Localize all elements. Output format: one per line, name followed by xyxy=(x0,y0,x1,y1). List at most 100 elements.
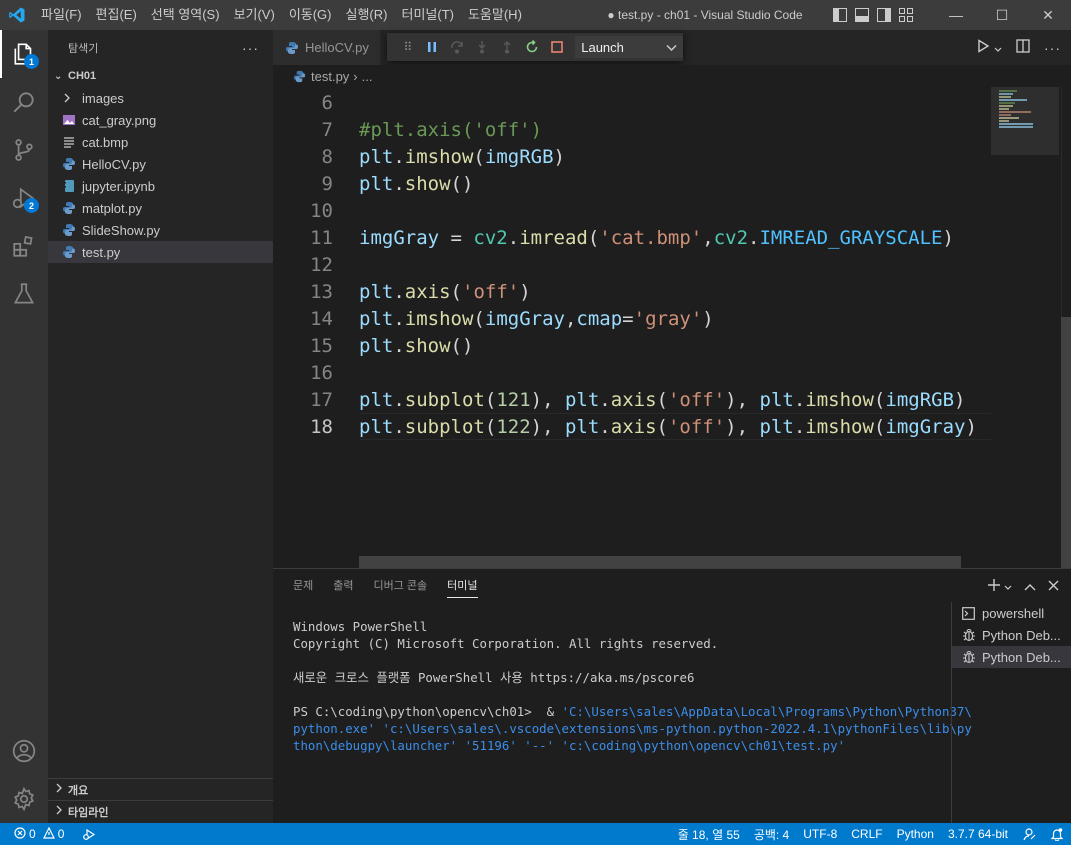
vertical-scrollbar[interactable] xyxy=(1061,87,1071,568)
more-actions-icon[interactable]: ··· xyxy=(1044,40,1061,56)
code-line: 9 plt.show() xyxy=(273,171,991,198)
debug-config-label: Launch xyxy=(581,39,624,55)
maximize-button[interactable]: ☐ xyxy=(979,0,1025,30)
terminal-dropdown-chevron-icon[interactable] xyxy=(1004,578,1012,595)
code-text: plt.axis('off') xyxy=(359,281,531,303)
account-icon[interactable] xyxy=(0,727,48,775)
tab-hellocv-py[interactable]: HelloCV.py xyxy=(273,30,381,65)
scrollbar-thumb[interactable] xyxy=(1061,317,1071,568)
tree-item-label: images xyxy=(82,90,124,106)
maximize-panel-icon[interactable] xyxy=(1024,578,1036,595)
settings-gear-icon[interactable] xyxy=(0,775,48,823)
debug-config-select[interactable]: Launch xyxy=(575,36,683,58)
menu-run[interactable]: 실행(R) xyxy=(339,0,395,30)
horizontal-scrollbar[interactable] xyxy=(359,556,961,568)
step-into-icon[interactable] xyxy=(470,33,495,61)
minimize-button[interactable]: — xyxy=(933,0,979,30)
menu-edit[interactable]: 편집(E) xyxy=(89,0,144,30)
problems-status[interactable]: 0 0 xyxy=(14,826,64,842)
menu-selection[interactable]: 선택 영역(S) xyxy=(144,0,227,30)
language-mode[interactable]: Python xyxy=(890,827,941,841)
tree-item-cat-bmp[interactable]: cat.bmp xyxy=(48,131,273,153)
breadcrumb-symbols[interactable]: ... xyxy=(362,69,373,84)
menu-view[interactable]: 보기(V) xyxy=(227,0,282,30)
python-file-icon xyxy=(62,222,80,238)
source-control-icon[interactable] xyxy=(0,126,48,174)
code-text: #plt.axis('off') xyxy=(359,119,543,141)
tab-debug-console[interactable]: 디버그 콘솔 xyxy=(364,569,438,604)
python-interpreter[interactable]: 3.7.7 64-bit xyxy=(941,827,1015,841)
folder-label: CH01 xyxy=(68,70,97,82)
explorer-sidebar: 탐색기 ··· ⌄ CH01 images cat_gray.png cat.b… xyxy=(48,30,273,823)
notifications-bell-icon[interactable] xyxy=(1043,827,1071,841)
feedback-icon[interactable] xyxy=(1015,827,1043,841)
tree-item-hellocv-py[interactable]: HelloCV.py xyxy=(48,153,273,175)
terminal-item-label: Python Deb... xyxy=(982,649,1061,665)
toggle-panel-icon[interactable] xyxy=(855,8,869,22)
terminal-item-python-debug[interactable]: Python Deb... xyxy=(952,624,1071,646)
drag-handle-icon[interactable]: ⠿ xyxy=(395,33,420,61)
close-button[interactable]: ✕ xyxy=(1025,0,1071,30)
cursor-position[interactable]: 줄 18, 열 55 xyxy=(671,826,747,843)
toggle-secondary-sidebar-icon[interactable] xyxy=(877,8,891,22)
terminal-output[interactable]: Windows PowerShell Copyright (C) Microsof… xyxy=(293,618,972,754)
end-of-line[interactable]: CRLF xyxy=(844,827,889,841)
menu-help[interactable]: 도움말(H) xyxy=(461,0,529,30)
indentation[interactable]: 공백: 4 xyxy=(747,826,796,843)
breadcrumb-file[interactable]: test.py xyxy=(311,69,349,84)
workspace-folder[interactable]: ⌄ CH01 xyxy=(48,65,273,87)
tree-item-test-py[interactable]: test.py xyxy=(48,241,273,263)
encoding[interactable]: UTF-8 xyxy=(796,827,844,841)
pause-icon[interactable] xyxy=(420,33,445,61)
search-icon[interactable] xyxy=(0,78,48,126)
tree-item-cat-gray-png[interactable]: cat_gray.png xyxy=(48,109,273,131)
run-options-chevron-icon[interactable] xyxy=(994,40,1002,56)
code-text: plt.imshow(imgGray,cmap='gray') xyxy=(359,308,714,330)
terminal-line: 새로운 크로스 플랫폼 PowerShell 사용 https://aka.ms… xyxy=(293,670,695,685)
extensions-icon[interactable] xyxy=(0,222,48,270)
code-editor[interactable]: 6 7 #plt.axis('off') 8 plt.imshow(imgRGB) … xyxy=(273,87,991,568)
stop-icon[interactable] xyxy=(544,33,569,61)
breadcrumb: test.py › ... xyxy=(273,65,1071,87)
menu-terminal[interactable]: 터미널(T) xyxy=(394,0,460,30)
testing-icon[interactable] xyxy=(0,270,48,318)
tab-problems[interactable]: 문제 xyxy=(283,569,323,604)
terminal-item-python-debug-active[interactable]: Python Deb... xyxy=(952,646,1071,668)
debug-status-icon[interactable] xyxy=(82,827,96,841)
vscode-logo-icon xyxy=(0,0,34,30)
explorer-icon[interactable]: 1 xyxy=(0,30,48,78)
close-panel-icon[interactable] xyxy=(1048,578,1059,595)
code-line: 7 #plt.axis('off') xyxy=(273,117,991,144)
tab-terminal[interactable]: 터미널 xyxy=(437,569,487,604)
tree-item-matplot-py[interactable]: matplot.py xyxy=(48,197,273,219)
menu-go[interactable]: 이동(G) xyxy=(282,0,339,30)
debug-bug-icon xyxy=(962,628,980,642)
restart-icon[interactable] xyxy=(519,33,544,61)
step-out-icon[interactable] xyxy=(495,33,520,61)
terminal-item-powershell[interactable]: powershell xyxy=(952,602,1071,624)
explorer-more-icon[interactable]: ··· xyxy=(242,40,259,56)
menu-file[interactable]: 파일(F) xyxy=(34,0,89,30)
toggle-sidebar-icon[interactable] xyxy=(833,8,847,22)
timeline-section[interactable]: 타임라인 xyxy=(48,800,273,822)
minimap[interactable] xyxy=(991,87,1071,568)
outline-section[interactable]: 개요 xyxy=(48,778,273,800)
tree-item-jupyter-ipynb[interactable]: jupyter.ipynb xyxy=(48,175,273,197)
customize-layout-icon[interactable] xyxy=(899,8,913,22)
breadcrumb-separator: › xyxy=(353,68,358,84)
tree-item-slideshow-py[interactable]: SlideShow.py xyxy=(48,219,273,241)
run-python-icon[interactable] xyxy=(977,39,990,56)
tree-item-label: test.py xyxy=(82,244,121,260)
timeline-label: 타임라인 xyxy=(68,806,109,819)
line-number: 14 xyxy=(310,308,333,330)
run-debug-icon[interactable]: 2 xyxy=(0,174,48,222)
code-line: 17 plt.subplot(121), plt.axis('off'), plt… xyxy=(273,387,991,414)
split-editor-icon[interactable] xyxy=(1016,39,1030,56)
line-number: 11 xyxy=(310,227,333,249)
new-terminal-icon[interactable] xyxy=(987,578,1001,596)
line-number: 16 xyxy=(310,362,333,384)
tree-item-images[interactable]: images xyxy=(48,87,273,109)
tab-output[interactable]: 출력 xyxy=(323,569,363,604)
error-count: 0 xyxy=(29,827,36,841)
step-over-icon[interactable] xyxy=(445,33,470,61)
